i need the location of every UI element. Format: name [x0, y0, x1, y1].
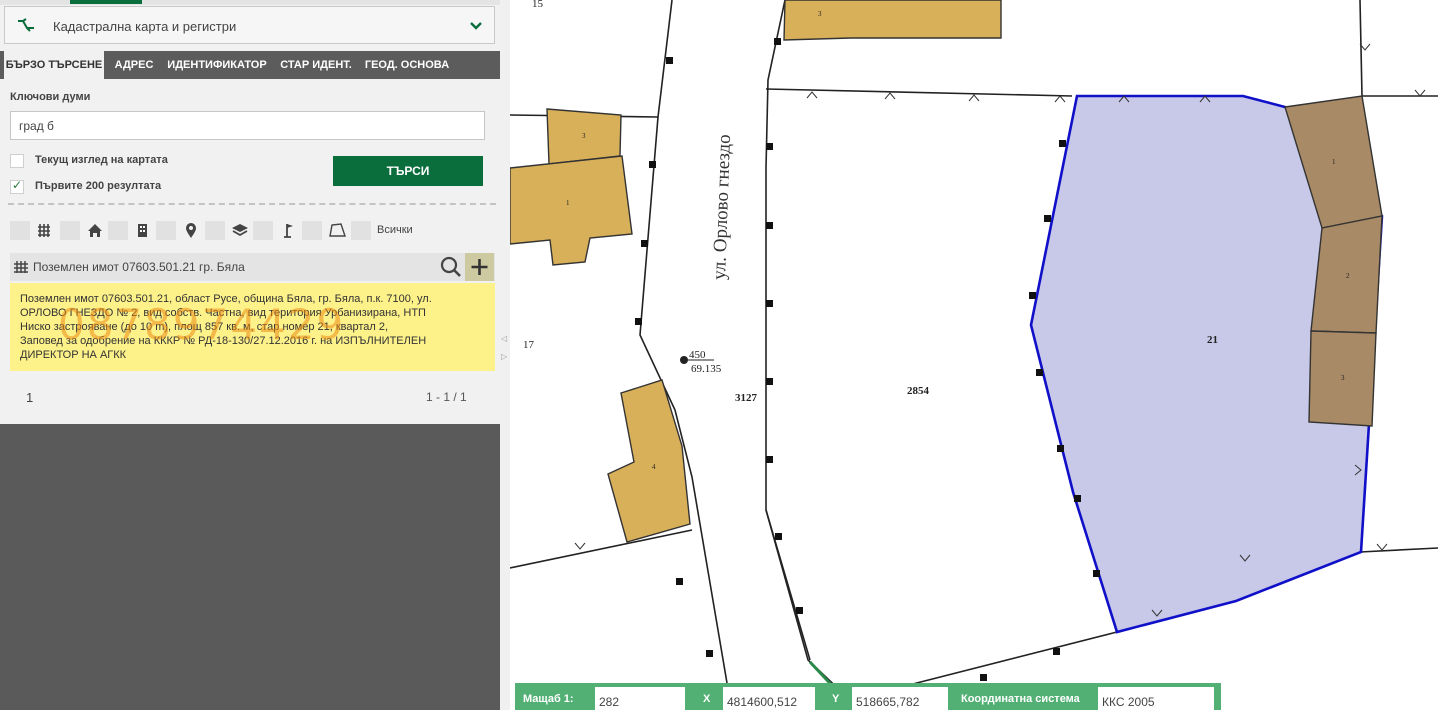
- filter-all-label: Всички: [377, 224, 413, 236]
- location-pin-icon[interactable]: [182, 221, 202, 240]
- scale-label: Мащаб 1:: [523, 693, 574, 705]
- map-canvas[interactable]: ул. Орлово гнездо 15 17 3127 2854 21 450…: [510, 0, 1438, 710]
- keywords-label: Ключови думи: [10, 91, 91, 103]
- cadastral-map[interactable]: ул. Орлово гнездо 15 17 3127 2854 21 450…: [510, 0, 1438, 710]
- filter-checkbox[interactable]: [156, 221, 176, 240]
- expand-right-icon[interactable]: ▷: [501, 352, 507, 361]
- search-button[interactable]: ТЪРСИ: [333, 156, 483, 186]
- page-number[interactable]: 1: [26, 390, 33, 405]
- cadastre-icon: [17, 18, 35, 35]
- parcel-label: 2854: [907, 385, 930, 397]
- filter-checkbox[interactable]: [60, 221, 80, 240]
- tab-quick-search[interactable]: БЪРЗО ТЪРСЕНЕ: [4, 51, 104, 79]
- building-label: 3: [582, 132, 586, 140]
- crs-label: Координатна система: [961, 693, 1080, 705]
- top-strip: [0, 0, 500, 5]
- building-label: 3: [1341, 374, 1345, 382]
- building: [607, 379, 691, 543]
- layer-dropdown-label: Кадастрална карта и регистри: [53, 19, 237, 34]
- parcel-grid-icon[interactable]: [36, 221, 56, 240]
- tab-geodetic-base[interactable]: ГЕОД. ОСНОВА: [362, 51, 452, 79]
- status-bar: Мащаб 1: 282 X 4814600,512 Y 518665,782 …: [515, 683, 1221, 710]
- survey-flag-icon[interactable]: [279, 221, 299, 240]
- filter-checkbox[interactable]: [253, 221, 273, 240]
- parcel-label: 3127: [735, 392, 758, 404]
- parcel-label: 15: [532, 0, 544, 10]
- tab-old-identifier[interactable]: СТАР ИДЕНТ.: [276, 51, 356, 79]
- divider: [8, 203, 496, 205]
- filter-checkbox[interactable]: [351, 221, 371, 240]
- y-coordinate-field[interactable]: 518665,782: [852, 687, 948, 710]
- first-200-checkbox[interactable]: ✓: [10, 178, 24, 194]
- x-label: X: [703, 693, 711, 705]
- zoom-to-button[interactable]: [436, 253, 465, 281]
- building-label: 1: [566, 199, 570, 207]
- current-view-label: Текущ изглед на картата: [35, 154, 168, 166]
- checkmark-icon: ✓: [12, 178, 23, 192]
- fraction-denominator: 69.135: [691, 363, 722, 375]
- filter-checkbox[interactable]: [302, 221, 322, 240]
- chevron-down-icon: [470, 20, 482, 34]
- scale-input[interactable]: 282: [595, 687, 685, 710]
- building: [783, 0, 1002, 41]
- y-label: Y: [832, 693, 840, 705]
- x-coordinate-field[interactable]: 4814600,512: [723, 687, 815, 710]
- building: [510, 155, 633, 266]
- building-label: 1: [1332, 158, 1336, 166]
- tab-identifier[interactable]: ИДЕНТИФИКАТОР: [164, 51, 270, 79]
- tab-address[interactable]: АДРЕС: [110, 51, 158, 79]
- layers-icon[interactable]: [231, 221, 251, 240]
- layer-dropdown[interactable]: Кадастрална карта и регистри: [4, 6, 495, 44]
- panel-splitter[interactable]: ◁ ▷: [500, 0, 510, 710]
- filter-checkbox[interactable]: [10, 221, 30, 240]
- filter-checkbox[interactable]: [205, 221, 225, 240]
- search-panel: Кадастрална карта и регистри БЪРЗО ТЪРСЕ…: [0, 0, 500, 424]
- parcel-label: 21: [1207, 334, 1218, 346]
- building-label: 2: [1346, 272, 1350, 280]
- collapse-left-icon[interactable]: ◁: [501, 334, 507, 343]
- first-200-label: Първите 200 резултата: [35, 180, 162, 192]
- survey-point: [680, 356, 688, 364]
- keywords-input[interactable]: [10, 111, 485, 140]
- phone-watermark: 0878974429: [58, 300, 346, 349]
- current-view-checkbox[interactable]: [10, 154, 24, 168]
- street-name: ул. Орлово гнездо: [709, 134, 735, 280]
- top-strip-accent: [70, 0, 142, 4]
- building-label: 4: [652, 463, 656, 471]
- search-tabs: БЪРЗО ТЪРСЕНЕ АДРЕС ИДЕНТИФИКАТОР СТАР И…: [0, 51, 500, 79]
- result-title[interactable]: Поземлен имот 07603.501.21 гр. Бяла: [33, 260, 245, 274]
- left-panel: Кадастрална карта и регистри БЪРЗО ТЪРСЕ…: [0, 0, 500, 710]
- polygon-icon[interactable]: [327, 221, 347, 240]
- parcel-grid-icon: [13, 259, 29, 278]
- house-icon[interactable]: [86, 221, 106, 240]
- fraction-numerator: 450: [689, 349, 706, 361]
- description-line: ДИРЕКТОР НА АГКК: [20, 349, 127, 361]
- result-range: 1 - 1 / 1: [426, 390, 467, 404]
- building-icon[interactable]: [134, 221, 154, 240]
- building-label: 3: [818, 10, 822, 18]
- add-button[interactable]: [465, 253, 494, 281]
- parcel-label: 17: [523, 339, 535, 351]
- filter-checkbox[interactable]: [108, 221, 128, 240]
- crs-select[interactable]: ККС 2005: [1098, 687, 1214, 710]
